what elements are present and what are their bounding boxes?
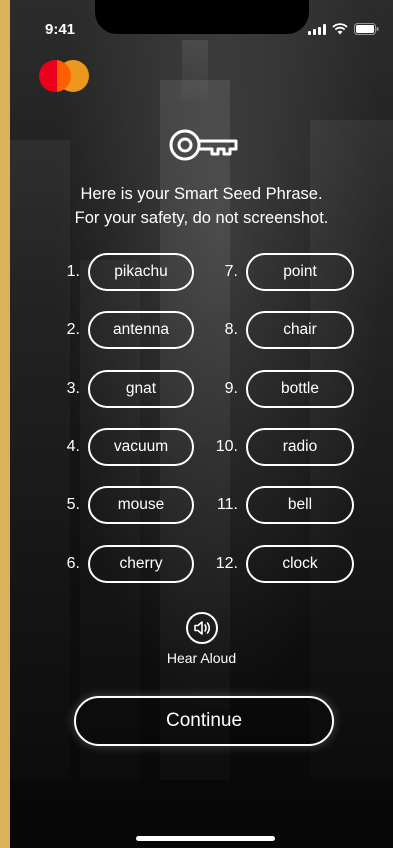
notch [95, 0, 309, 34]
seed-word-item: 4. vacuum [50, 428, 194, 466]
seed-word-index: 5. [66, 496, 80, 513]
seed-word: chair [246, 311, 354, 349]
home-indicator[interactable] [136, 836, 275, 841]
status-time: 9:41 [45, 21, 76, 38]
seed-phrase-intro: Here is your Smart Seed Phrase. For your… [10, 182, 393, 230]
seed-word-index: 7. [224, 263, 238, 280]
seed-word-item: 3. gnat [50, 370, 194, 408]
seed-word-index: 4. [66, 438, 80, 455]
seed-word: bell [246, 486, 354, 524]
seed-word-item: 2. antenna [50, 311, 194, 349]
seed-word-item: 11. bell [208, 486, 354, 524]
seed-word-index: 2. [66, 321, 80, 338]
seed-word-index: 3. [66, 380, 80, 397]
phone-screen: 9:41 Here is your Smart Seed Phrase. For [10, 0, 393, 848]
mastercard-logo [39, 60, 91, 92]
battery-icon [354, 23, 379, 35]
seed-word-item: 9. bottle [208, 370, 354, 408]
continue-button[interactable]: Continue [74, 696, 334, 746]
seed-word: mouse [88, 486, 194, 524]
wifi-icon [332, 23, 348, 35]
seed-word-index: 9. [224, 380, 238, 397]
seed-word-item: 5. mouse [50, 486, 194, 524]
seed-word: cherry [88, 545, 194, 583]
seed-word-index: 1. [66, 263, 80, 280]
seed-word: gnat [88, 370, 194, 408]
seed-word-index: 10. [215, 438, 238, 455]
seed-word: antenna [88, 311, 194, 349]
seed-word: point [246, 253, 354, 291]
seed-word: vacuum [88, 428, 194, 466]
seed-word-index: 8. [224, 321, 238, 338]
hear-aloud: Hear Aloud [10, 612, 393, 666]
seed-word: radio [246, 428, 354, 466]
hear-aloud-label[interactable]: Hear Aloud [10, 650, 393, 666]
seed-word-item: 8. chair [208, 311, 354, 349]
seed-word-index: 6. [66, 555, 80, 572]
seed-word-item: 10. radio [208, 428, 354, 466]
seed-word-item: 7. point [208, 253, 354, 291]
seed-word-item: 12. clock [208, 545, 354, 583]
intro-line-2: For your safety, do not screenshot. [74, 209, 329, 227]
seed-word-index: 11. [216, 496, 238, 513]
seed-word-index: 12. [215, 555, 238, 572]
status-bar: 9:41 [10, 0, 393, 48]
speaker-icon [193, 621, 210, 635]
seed-word: bottle [246, 370, 354, 408]
background-building [182, 40, 208, 100]
seed-word-item: 6. cherry [50, 545, 194, 583]
hear-aloud-button[interactable] [185, 612, 218, 644]
seed-word-item: 1. pikachu [50, 253, 194, 291]
system-icons [308, 23, 379, 35]
intro-line-1: Here is your Smart Seed Phrase. [80, 185, 323, 203]
seed-word: clock [246, 545, 354, 583]
signal-icon [308, 23, 326, 35]
seed-word: pikachu [88, 253, 194, 291]
key-icon [168, 126, 240, 164]
